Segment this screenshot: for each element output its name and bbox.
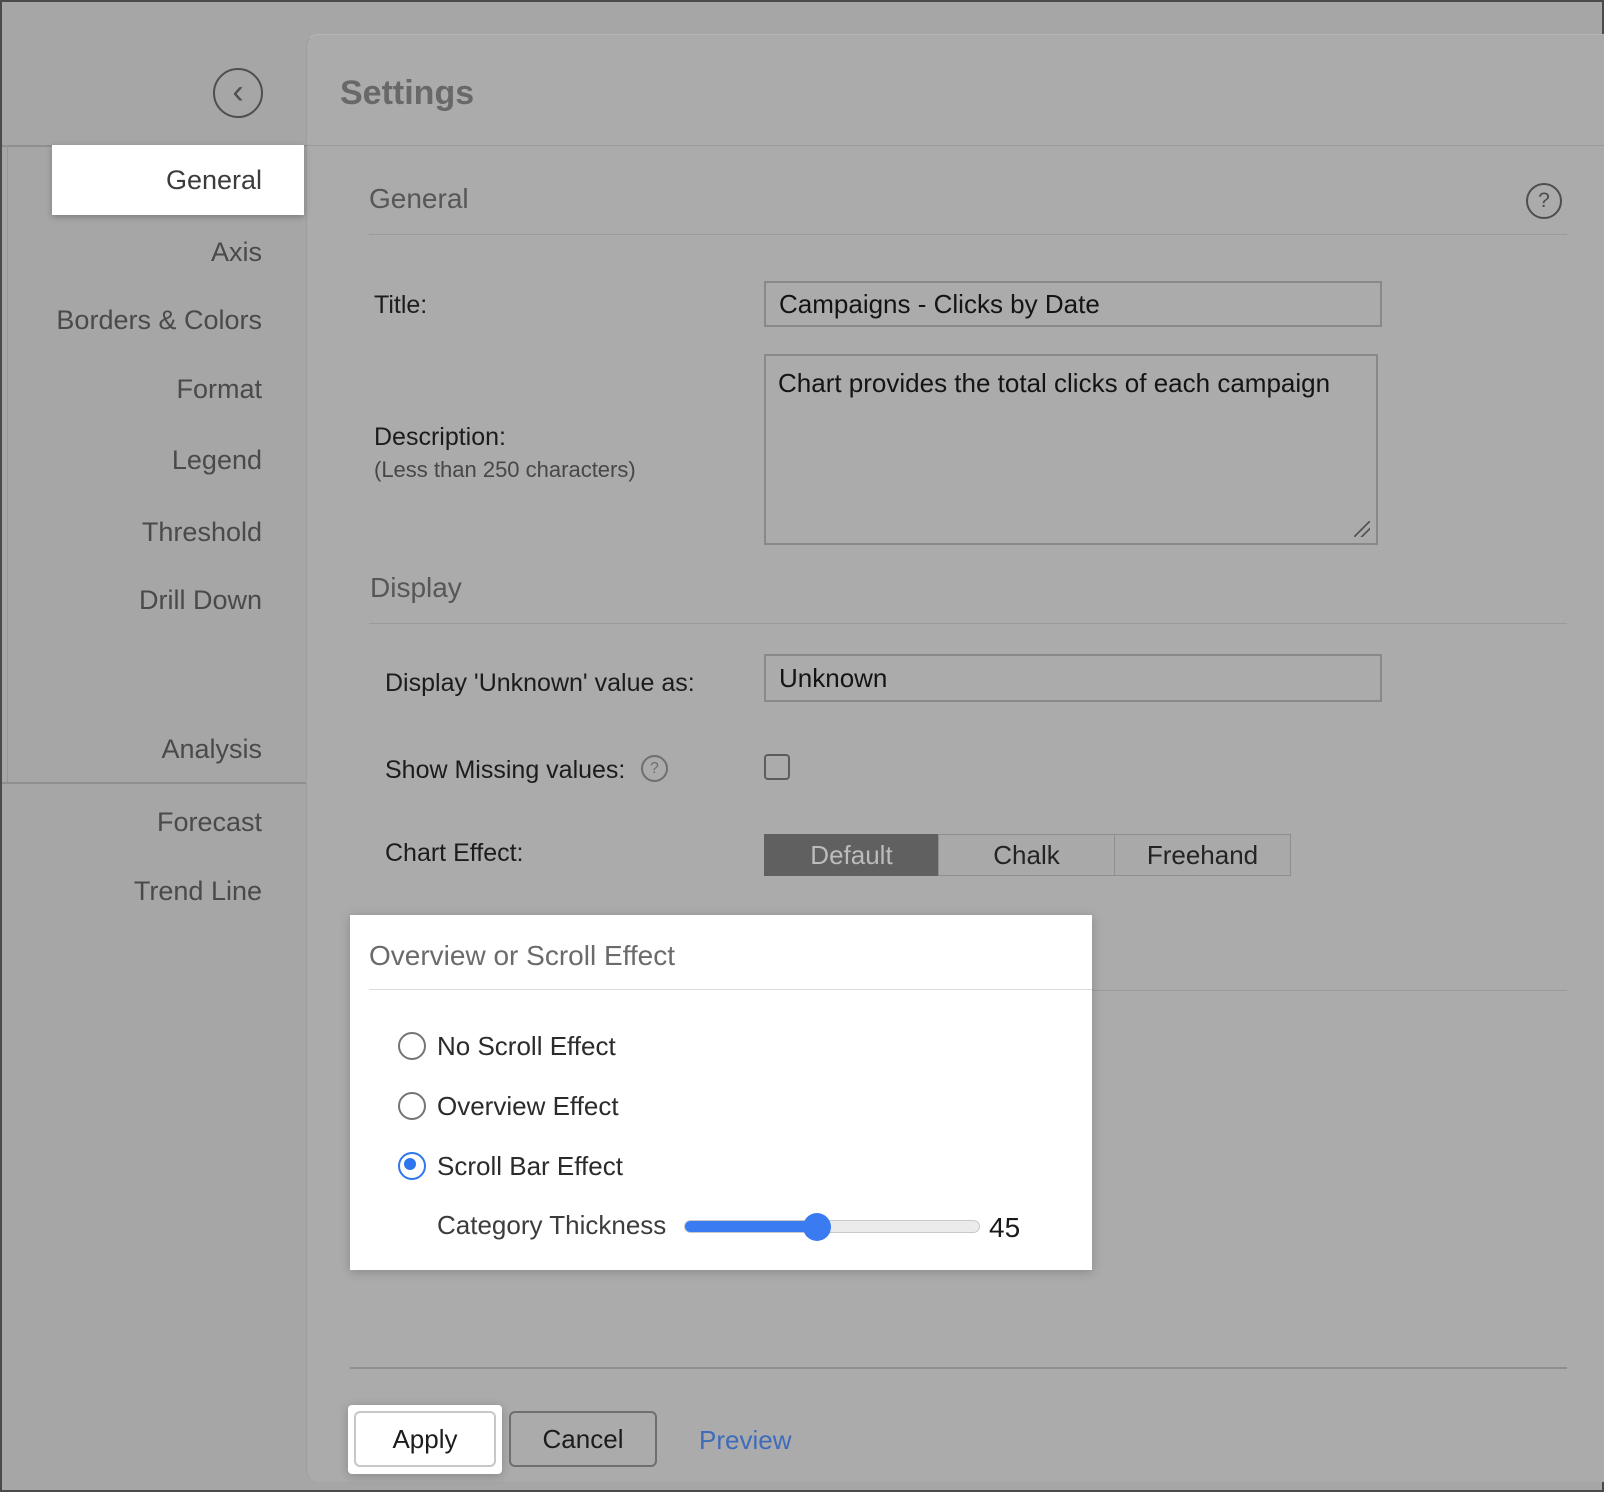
overview-scroll-effect-section: Overview or Scroll Effect No Scroll Effe… bbox=[350, 915, 1092, 1270]
panel-header-divider bbox=[306, 145, 1604, 146]
sidebar-item-legend[interactable]: Legend bbox=[2, 438, 262, 482]
preview-link[interactable]: Preview bbox=[699, 1425, 791, 1456]
sidebar-item-label: General bbox=[52, 145, 262, 215]
radio-label: Overview Effect bbox=[437, 1091, 619, 1122]
sidebar-item-format[interactable]: Format bbox=[2, 367, 262, 411]
radio-label: No Scroll Effect bbox=[437, 1031, 616, 1062]
scroll-section-heading: Overview or Scroll Effect bbox=[369, 940, 675, 972]
back-button[interactable]: ‹ bbox=[213, 68, 263, 118]
cancel-button[interactable]: Cancel bbox=[509, 1411, 657, 1467]
sidebar-item-drill-down[interactable]: Drill Down bbox=[2, 578, 262, 622]
thickness-slider-fill bbox=[685, 1221, 817, 1232]
chart-effect-option-freehand[interactable]: Freehand bbox=[1114, 834, 1291, 876]
radio-no-scroll-effect[interactable]: No Scroll Effect bbox=[398, 1028, 1038, 1064]
page-title: Settings bbox=[340, 74, 474, 113]
display-section-heading: Display bbox=[370, 572, 462, 604]
sidebar-item-axis[interactable]: Axis bbox=[2, 230, 262, 274]
general-section-heading: General bbox=[369, 183, 469, 215]
radio-label: Scroll Bar Effect bbox=[437, 1151, 623, 1182]
sidebar-section-analysis[interactable]: Analysis bbox=[2, 727, 262, 771]
apply-button[interactable]: Apply bbox=[354, 1411, 496, 1467]
show-missing-label: Show Missing values: bbox=[385, 756, 625, 785]
chart-effect-segmented-control: Default Chalk Freehand bbox=[764, 834, 1291, 876]
sidebar-item-trend-line[interactable]: Trend Line bbox=[2, 869, 262, 913]
radio-overview-effect[interactable]: Overview Effect bbox=[398, 1088, 1038, 1124]
description-hint: (Less than 250 characters) bbox=[374, 457, 636, 483]
title-input-value: Campaigns - Clicks by Date bbox=[779, 289, 1100, 320]
settings-screen: ‹ Settings General Axis Borders & Colors… bbox=[0, 0, 1604, 1492]
missing-help-icon[interactable]: ? bbox=[641, 755, 668, 782]
description-textarea[interactable]: Chart provides the total clicks of each … bbox=[764, 354, 1378, 545]
title-label: Title: bbox=[374, 291, 427, 320]
scroll-section-divider-dim bbox=[1092, 990, 1567, 991]
thickness-slider-handle[interactable] bbox=[803, 1213, 831, 1241]
unknown-value-input[interactable]: Unknown bbox=[764, 654, 1382, 702]
radio-icon bbox=[398, 1152, 426, 1180]
thickness-slider[interactable] bbox=[684, 1220, 980, 1233]
sidebar-item-borders-colors[interactable]: Borders & Colors bbox=[2, 298, 262, 342]
sidebar-divider bbox=[2, 782, 306, 784]
scroll-section-divider bbox=[369, 989, 1092, 990]
display-unknown-label: Display 'Unknown' value as: bbox=[385, 669, 695, 698]
display-section-divider bbox=[369, 623, 1567, 624]
footer-divider bbox=[350, 1367, 1567, 1369]
show-missing-checkbox[interactable] bbox=[764, 754, 790, 780]
general-section-divider bbox=[369, 234, 1567, 235]
chart-effect-option-default[interactable]: Default bbox=[764, 834, 939, 876]
title-input[interactable]: Campaigns - Clicks by Date bbox=[764, 281, 1382, 327]
resize-grip-icon[interactable] bbox=[1354, 521, 1370, 537]
sidebar-item-forecast[interactable]: Forecast bbox=[2, 800, 262, 844]
description-value: Chart provides the total clicks of each … bbox=[778, 368, 1330, 398]
radio-scroll-bar-effect[interactable]: Scroll Bar Effect bbox=[398, 1148, 1038, 1184]
chart-effect-option-chalk[interactable]: Chalk bbox=[938, 834, 1115, 876]
chevron-left-icon: ‹ bbox=[232, 73, 243, 111]
chart-effect-label: Chart Effect: bbox=[385, 839, 524, 868]
thickness-value: 45 bbox=[989, 1212, 1020, 1244]
sidebar-item-threshold[interactable]: Threshold bbox=[2, 510, 262, 554]
sidebar-item-general[interactable]: General bbox=[52, 145, 304, 215]
radio-icon bbox=[398, 1032, 426, 1060]
unknown-input-value: Unknown bbox=[779, 663, 887, 694]
radio-icon bbox=[398, 1092, 426, 1120]
description-label: Description: bbox=[374, 423, 506, 452]
help-icon[interactable]: ? bbox=[1526, 183, 1562, 219]
category-thickness-label: Category Thickness bbox=[437, 1210, 666, 1241]
